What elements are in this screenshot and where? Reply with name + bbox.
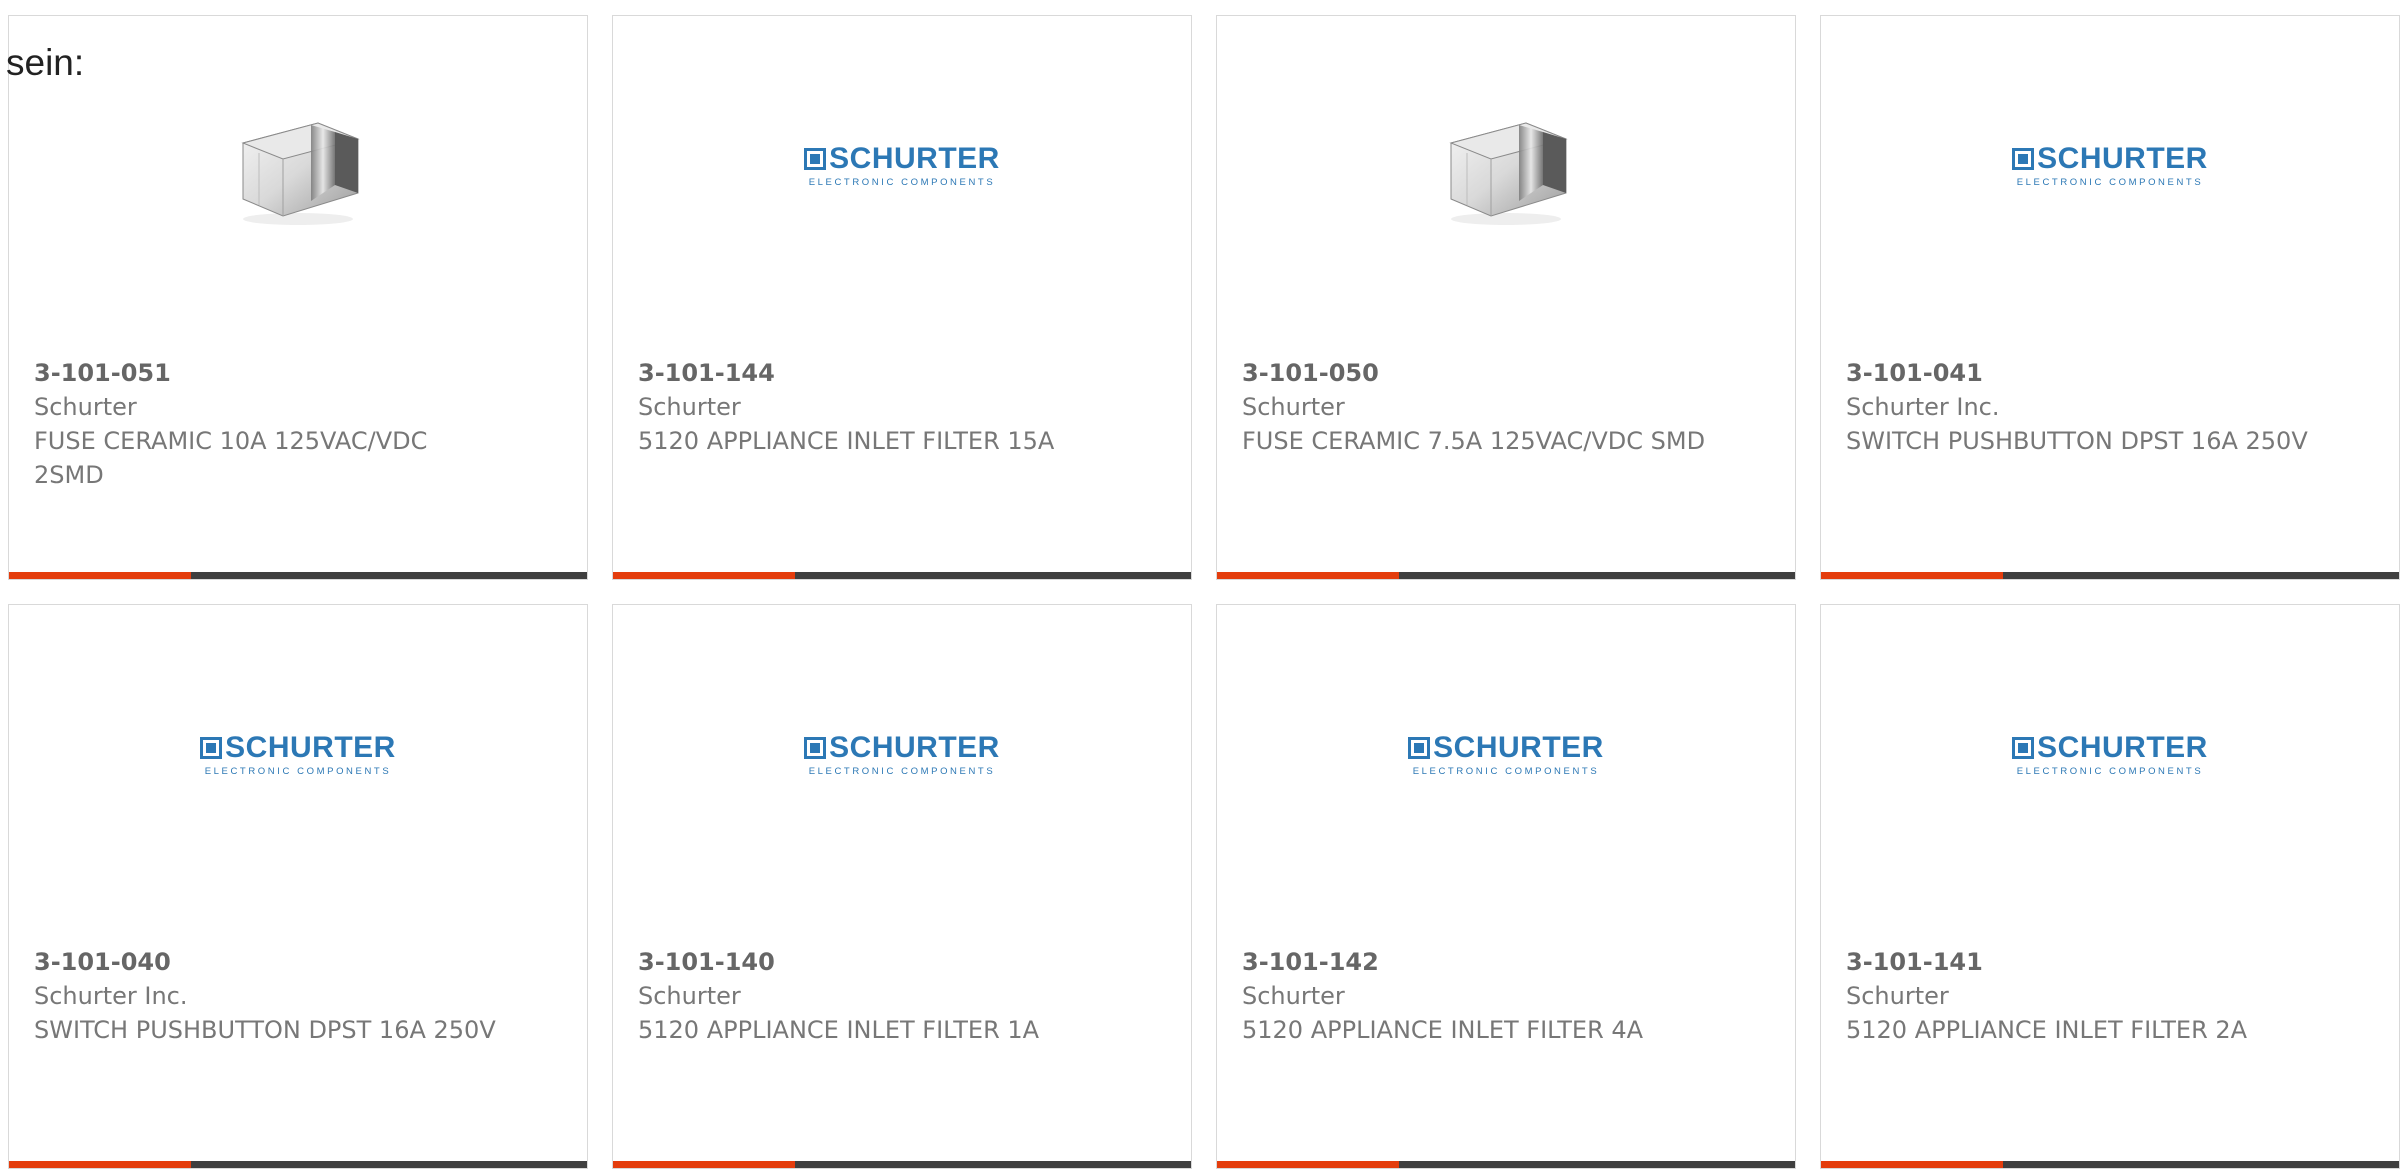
manufacturer: Schurter Inc. [34, 982, 188, 1010]
part-number[interactable]: 3-101-041 [1846, 356, 2379, 390]
schurter-logo: SCHURTER ELECTRONIC COMPONENTS [2012, 144, 2208, 188]
product-card[interactable]: SCHURTER ELECTRONIC COMPONENTS 3-101-140… [612, 604, 1192, 1169]
schurter-logo-icon [2012, 737, 2035, 759]
smd-fuse-image [241, 122, 360, 225]
product-description: 5120 APPLIANCE INLET FILTER 15A [638, 427, 1055, 455]
schurter-logo: SCHURTER ELECTRONIC COMPONENTS [804, 144, 1000, 188]
card-bar-accent [9, 572, 191, 579]
product-card[interactable]: SCHURTER ELECTRONIC COMPONENTS 3-101-144… [612, 15, 1192, 580]
part-number[interactable]: 3-101-051 [34, 356, 567, 390]
schurter-logo-icon [804, 737, 827, 759]
product-image[interactable]: SCHURTER ELECTRONIC COMPONENTS [1217, 605, 1795, 905]
card-bar-accent [1821, 572, 2003, 579]
card-bar [1821, 572, 2399, 579]
product-image[interactable] [9, 16, 587, 316]
schurter-logo-icon [2012, 148, 2035, 170]
product-card[interactable]: SCHURTER ELECTRONIC COMPONENTS 3-101-041… [1820, 15, 2400, 580]
product-card[interactable]: SCHURTER ELECTRONIC COMPONENTS 3-101-040… [8, 604, 588, 1169]
schurter-logo-icon [200, 737, 223, 759]
product-image[interactable]: SCHURTER ELECTRONIC COMPONENTS [1821, 16, 2399, 316]
product-image[interactable]: SCHURTER ELECTRONIC COMPONENTS [1821, 605, 2399, 905]
part-number[interactable]: 3-101-142 [1242, 945, 1775, 979]
manufacturer: Schurter [1242, 982, 1345, 1010]
product-description: FUSE CERAMIC 10A 125VAC/VDC 2SMD [34, 427, 428, 489]
product-image[interactable]: SCHURTER ELECTRONIC COMPONENTS [613, 605, 1191, 905]
manufacturer: Schurter Inc. [1846, 393, 2000, 421]
schurter-logo: SCHURTER ELECTRONIC COMPONENTS [2012, 733, 2208, 777]
schurter-logo-icon [1408, 737, 1431, 759]
product-card[interactable]: SCHURTER ELECTRONIC COMPONENTS 3-101-142… [1216, 604, 1796, 1169]
manufacturer: Schurter [1242, 393, 1345, 421]
intro-text: sein: [6, 42, 85, 83]
schurter-logo: SCHURTER ELECTRONIC COMPONENTS [200, 733, 396, 777]
product-grid: 3-101-051 Schurter FUSE CERAMIC 10A 125V… [8, 15, 2400, 1169]
card-bar [9, 572, 587, 579]
part-number[interactable]: 3-101-040 [34, 945, 567, 979]
manufacturer: Schurter [1846, 982, 1949, 1010]
schurter-logo: SCHURTER ELECTRONIC COMPONENTS [804, 733, 1000, 777]
manufacturer: Schurter [34, 393, 137, 421]
part-number[interactable]: 3-101-050 [1242, 356, 1775, 390]
card-bar-accent [1217, 572, 1399, 579]
part-number[interactable]: 3-101-141 [1846, 945, 2379, 979]
product-description: SWITCH PUSHBUTTON DPST 16A 250V [1846, 427, 2308, 455]
manufacturer: Schurter [638, 393, 741, 421]
product-image[interactable]: SCHURTER ELECTRONIC COMPONENTS [613, 16, 1191, 316]
manufacturer: Schurter [638, 982, 741, 1010]
smd-fuse-image [1449, 122, 1568, 225]
product-card[interactable]: 3-101-050 Schurter FUSE CERAMIC 7.5A 125… [1216, 15, 1796, 580]
schurter-logo-icon [804, 148, 827, 170]
part-number[interactable]: 3-101-144 [638, 356, 1171, 390]
card-bar-accent [613, 572, 795, 579]
product-image[interactable] [1217, 16, 1795, 316]
product-card[interactable]: SCHURTER ELECTRONIC COMPONENTS 3-101-141… [1820, 604, 2400, 1169]
card-bar [1217, 572, 1795, 579]
product-description: SWITCH PUSHBUTTON DPST 16A 250V [34, 1016, 496, 1044]
product-card[interactable]: 3-101-051 Schurter FUSE CERAMIC 10A 125V… [8, 15, 588, 580]
product-description: 5120 APPLIANCE INLET FILTER 2A [1846, 1016, 2248, 1044]
product-description: 5120 APPLIANCE INLET FILTER 1A [638, 1016, 1040, 1044]
product-image[interactable]: SCHURTER ELECTRONIC COMPONENTS [9, 605, 587, 905]
schurter-logo: SCHURTER ELECTRONIC COMPONENTS [1408, 733, 1604, 777]
product-description: FUSE CERAMIC 7.5A 125VAC/VDC SMD [1242, 427, 1706, 455]
product-description: 5120 APPLIANCE INLET FILTER 4A [1242, 1016, 1644, 1044]
card-bar [613, 572, 1191, 579]
part-number[interactable]: 3-101-140 [638, 945, 1171, 979]
